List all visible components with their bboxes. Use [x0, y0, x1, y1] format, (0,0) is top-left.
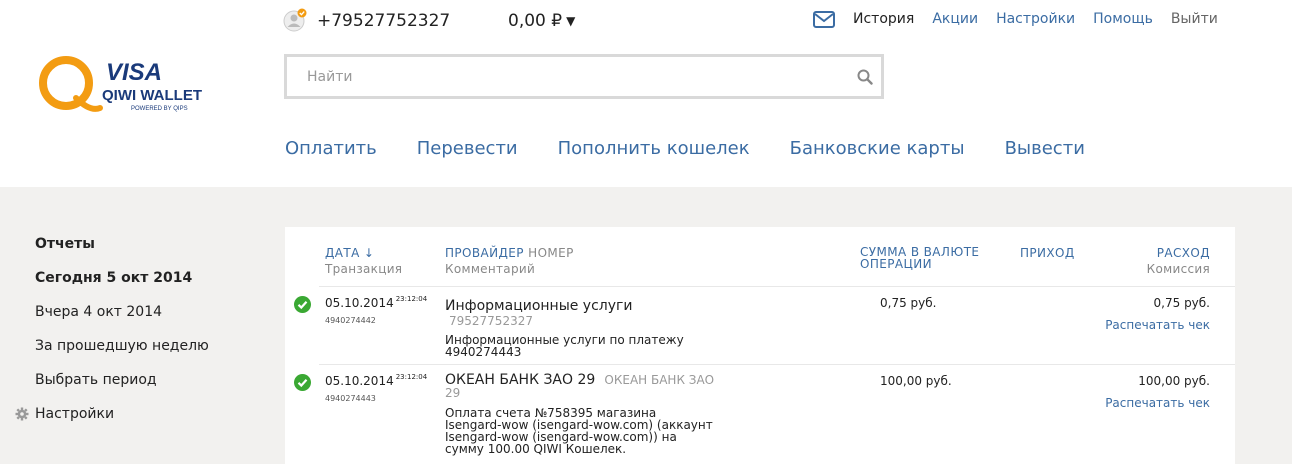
tx-time: 23:12:04	[395, 373, 428, 381]
row-date-cell: 05.10.2014 23:12:04 4940274443	[325, 373, 428, 403]
svg-text:POWERED BY QIPS: POWERED BY QIPS	[131, 106, 188, 112]
sort-provider-link[interactable]: Провайдер	[445, 246, 524, 260]
balance-value: 0,00 ₽	[508, 11, 563, 31]
row-provider-cell: ОКЕАН БАНК ЗАО 29 ОКЕАН БАНК ЗАО 29 Опла…	[445, 373, 720, 455]
tx-comment: Информационные услуги по платежу 4940274…	[445, 333, 684, 359]
tx-expense: 0,75 руб.	[1153, 296, 1210, 310]
success-check-icon	[294, 296, 311, 313]
sort-income-link[interactable]: Приход	[1020, 246, 1075, 260]
transactions-table: Дата ↓ Транзакция Провайдер Номер Коммен…	[285, 227, 1235, 464]
provider-number: 79527752327	[449, 314, 533, 328]
row-expense-cell: 0,75 руб. Распечатать чек	[1105, 296, 1210, 332]
search-icon[interactable]	[857, 69, 873, 85]
sidebar-item-today[interactable]: Сегодня 5 окт 2014	[35, 270, 192, 286]
sidebar-item-settings[interactable]: Настройки	[35, 406, 114, 422]
tx-amount: 100,00 руб.	[880, 374, 952, 388]
caret-down-icon: ▼	[566, 14, 576, 28]
content-area: Отчеты Сегодня 5 окт 2014 Вчера 4 окт 20…	[0, 187, 1292, 464]
print-receipt-link[interactable]: Распечатать чек	[1105, 318, 1210, 332]
top-link-history[interactable]: История	[853, 11, 914, 27]
nav-withdraw[interactable]: Вывести	[1005, 138, 1085, 159]
svg-text:QIWI WALLET: QIWI WALLET	[102, 87, 202, 104]
provider-name: ОКЕАН БАНК ЗАО 29	[445, 372, 596, 388]
row-expense-cell: 100,00 руб. Распечатать чек	[1105, 374, 1210, 410]
header-date: Дата ↓ Транзакция	[325, 246, 402, 276]
tx-date: 05.10.2014	[325, 374, 394, 388]
row-provider-cell: Информационные услуги 79527752327 Информ…	[445, 295, 715, 358]
user-avatar-icon[interactable]	[283, 8, 307, 32]
sort-amount-link[interactable]: Сумма в валюте операции	[860, 245, 979, 271]
top-link-logout[interactable]: Выйти	[1171, 11, 1218, 27]
header-commission: Комиссия	[1146, 262, 1210, 276]
main-nav: Оплатить Перевести Пополнить кошелек Бан…	[285, 138, 1085, 159]
account-phone: +79527752327	[317, 11, 451, 31]
row-divider	[319, 286, 1235, 287]
header-income: Приход	[1020, 246, 1075, 260]
header-number: Номер	[528, 246, 574, 260]
tx-id: 4940274442	[325, 316, 376, 325]
header-comment: Комментарий	[445, 262, 536, 276]
tx-expense: 100,00 руб.	[1138, 374, 1210, 388]
header-amount: Сумма в валюте операции	[860, 246, 979, 270]
nav-bank-cards[interactable]: Банковские карты	[790, 138, 965, 159]
tx-comment: Оплата счета №758395 магазина Isengard-w…	[445, 406, 713, 456]
svg-text:VISA: VISA	[106, 59, 162, 86]
tx-date: 05.10.2014	[325, 296, 394, 310]
balance-dropdown[interactable]: 0,00 ₽ ▼	[508, 11, 575, 31]
sidebar-item-last-week[interactable]: За прошедшую неделю	[35, 338, 209, 354]
header-transaction: Транзакция	[325, 262, 403, 276]
row-divider	[319, 364, 1235, 365]
tx-amount: 0,75 руб.	[880, 296, 937, 310]
top-link-promotions[interactable]: Акции	[932, 11, 978, 27]
sort-date-link[interactable]: Дата ↓	[325, 246, 374, 260]
gear-icon[interactable]	[15, 407, 29, 421]
top-links: История Акции Настройки Помощь Выйти	[853, 11, 1218, 27]
sort-expense-link[interactable]: Расход	[1157, 246, 1210, 260]
sidebar-title: Отчеты	[35, 236, 95, 252]
provider-name: Информационные услуги	[445, 298, 633, 314]
search-input[interactable]	[287, 57, 881, 96]
qiwi-wallet-logo[interactable]: VISA QIWI WALLET POWERED BY QIPS	[38, 50, 218, 120]
print-receipt-link[interactable]: Распечатать чек	[1105, 396, 1210, 410]
nav-transfer[interactable]: Перевести	[417, 138, 518, 159]
top-header: VISA QIWI WALLET POWERED BY QIPS +795277…	[0, 0, 1292, 187]
nav-pay[interactable]: Оплатить	[285, 138, 377, 159]
top-link-settings[interactable]: Настройки	[996, 11, 1075, 27]
header-expense: Расход Комиссия	[1147, 246, 1210, 276]
tx-time: 23:12:04	[395, 295, 428, 303]
sidebar-item-yesterday[interactable]: Вчера 4 окт 2014	[35, 304, 162, 320]
sidebar-item-select-period[interactable]: Выбрать период	[35, 372, 157, 388]
top-link-help[interactable]: Помощь	[1093, 11, 1153, 27]
header-provider: Провайдер Номер Комментарий	[445, 246, 574, 276]
row-date-cell: 05.10.2014 23:12:04 4940274442	[325, 295, 428, 325]
mail-icon[interactable]	[813, 11, 835, 28]
search-box	[284, 54, 884, 99]
nav-topup[interactable]: Пополнить кошелек	[558, 138, 750, 159]
success-check-icon	[294, 374, 311, 391]
tx-id: 4940274443	[325, 394, 376, 403]
